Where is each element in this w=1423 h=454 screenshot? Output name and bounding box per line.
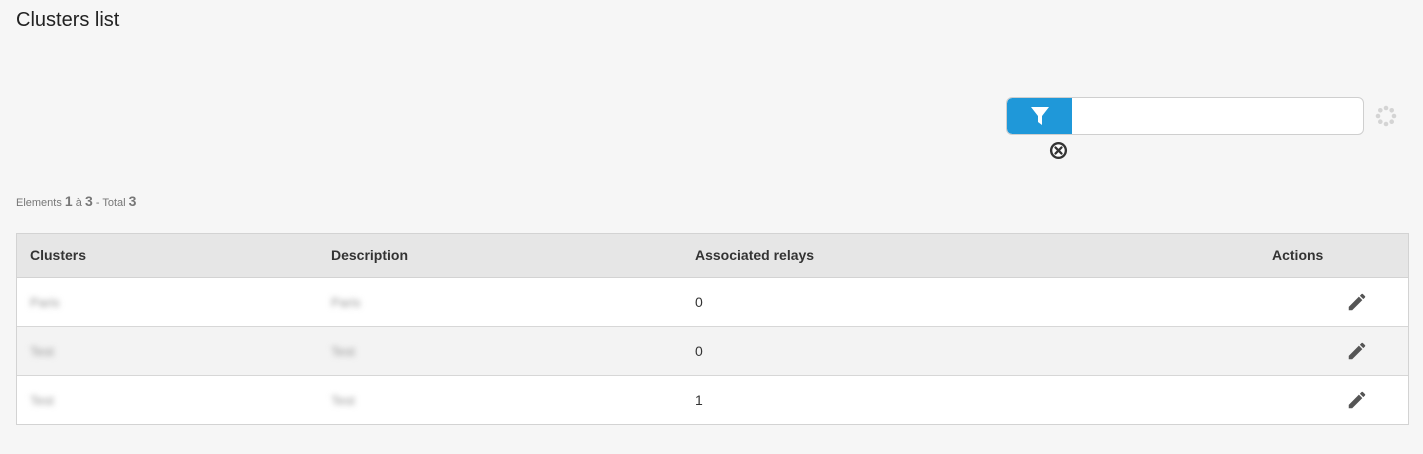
spinner-icon — [1375, 105, 1397, 127]
cluster-description: Test — [331, 343, 355, 359]
column-header-associated-relays[interactable]: Associated relays — [682, 234, 1259, 278]
filter-button[interactable] — [1007, 98, 1072, 134]
pager-to: 3 — [84, 193, 93, 209]
filter-box — [1006, 97, 1364, 135]
pencil-icon[interactable] — [1346, 340, 1368, 362]
pager-info: Elements 1 à 3 - Total 3 — [16, 193, 136, 209]
cluster-name: Paris — [30, 294, 60, 310]
pencil-icon[interactable] — [1346, 291, 1368, 313]
column-header-clusters[interactable]: Clusters — [17, 234, 318, 278]
clear-circle-icon[interactable] — [1049, 141, 1068, 160]
associated-relays-count: 0 — [695, 293, 703, 310]
pager-total: 3 — [128, 193, 137, 209]
table-row: Test Test 0 — [17, 326, 1408, 375]
pager-total-label: - Total — [95, 197, 126, 209]
pager-from: 1 — [64, 193, 73, 209]
associated-relays-count: 1 — [695, 391, 703, 408]
funnel-icon — [1030, 107, 1049, 125]
pager-separator: à — [75, 197, 82, 209]
cluster-name: Test — [30, 343, 54, 359]
cluster-description: Test — [331, 392, 355, 408]
table-row: Paris Paris 0 — [17, 277, 1408, 326]
column-header-description[interactable]: Description — [318, 234, 682, 278]
cluster-description: Paris — [331, 294, 361, 310]
table-header-row: Clusters Description Associated relays A… — [17, 234, 1408, 278]
associated-relays-count: 0 — [695, 342, 703, 359]
column-header-actions: Actions — [1259, 234, 1408, 278]
cluster-name: Test — [30, 392, 54, 408]
pager-elements-label: Elements — [16, 197, 62, 209]
table-row: Test Test 1 — [17, 375, 1408, 424]
page-title: Clusters list — [16, 9, 120, 31]
filter-input[interactable] — [1072, 98, 1362, 134]
clusters-table: Clusters Description Associated relays A… — [16, 233, 1409, 425]
pencil-icon[interactable] — [1346, 389, 1368, 411]
